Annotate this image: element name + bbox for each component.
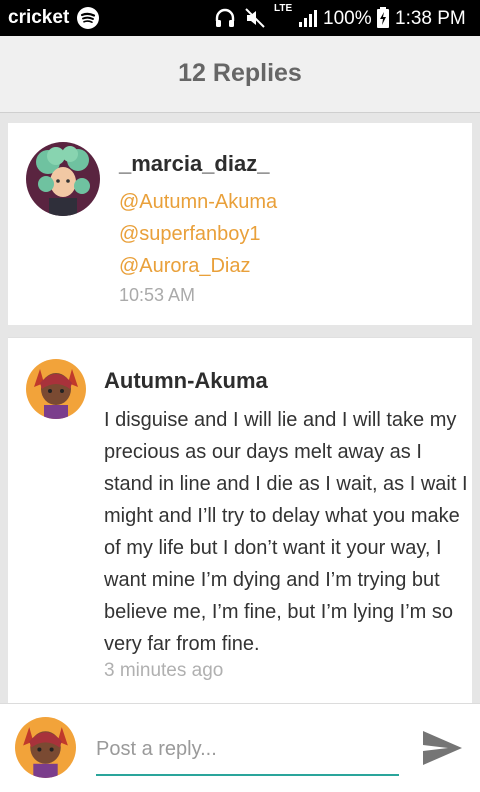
send-icon[interactable]	[420, 728, 464, 768]
network-type: LTE	[274, 3, 293, 14]
clock: 1:38 PM	[395, 8, 466, 29]
avatar[interactable]	[26, 142, 100, 216]
headphones-icon	[214, 7, 236, 34]
status-bar: cricket LTE 100% 1:38 PM	[0, 0, 480, 36]
carrier-label: cricket	[8, 7, 70, 28]
reply-text: I disguise and I will lie and I will tak…	[104, 409, 468, 655]
avatar[interactable]	[26, 359, 86, 419]
page-title: 12 Replies	[178, 59, 302, 87]
reply-input[interactable]	[96, 732, 399, 776]
reply-composer	[0, 703, 480, 792]
reply-card: Autumn-Akuma I disguise and I will lie a…	[8, 337, 472, 703]
author-name[interactable]: _marcia_diaz_	[119, 151, 269, 177]
author-name[interactable]: Autumn-Akuma	[104, 368, 268, 394]
mute-icon	[244, 7, 268, 34]
replies-header: 12 Replies	[0, 36, 480, 113]
timestamp: 10:53 AM	[119, 285, 196, 305]
mention-link[interactable]: @Aurora_Diaz	[119, 255, 250, 278]
reply-card: _marcia_diaz_ @Autumn-Akuma @superfanboy…	[8, 123, 472, 325]
spotify-icon	[77, 7, 99, 29]
signal-icon	[298, 8, 318, 33]
avatar	[15, 717, 76, 778]
battery-percent: 100%	[323, 8, 372, 29]
battery-icon	[376, 7, 390, 34]
mention-link[interactable]: @Autumn-Akuma	[119, 191, 277, 214]
timestamp: 3 minutes ago	[104, 660, 224, 681]
mention-link[interactable]: @superfanboy1	[119, 223, 261, 246]
